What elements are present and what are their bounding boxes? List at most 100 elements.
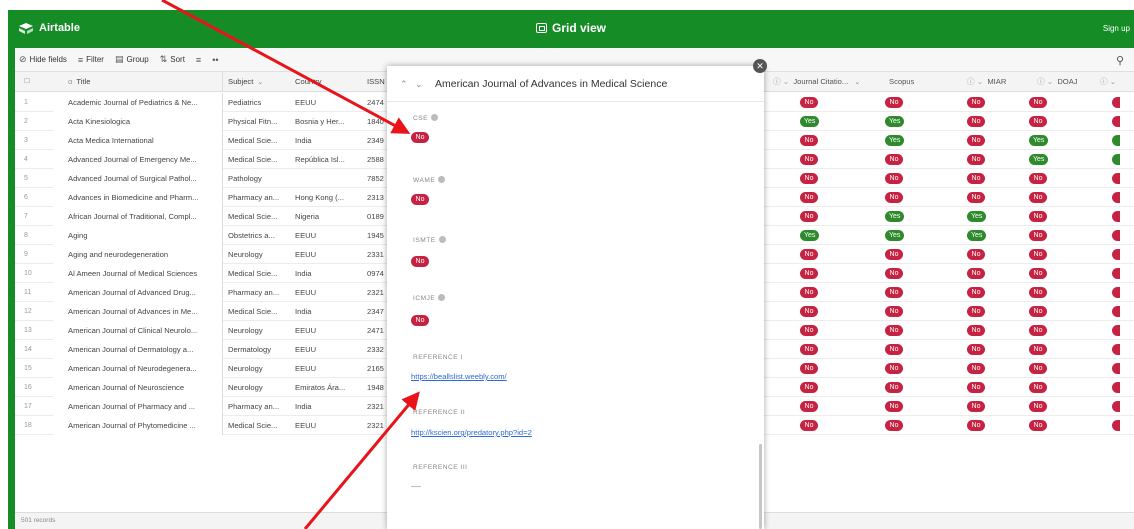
cell-title[interactable]: Academic Journal of Pediatrics & Ne... xyxy=(53,93,223,112)
row-number[interactable]: 6 xyxy=(15,188,53,207)
cell-subject[interactable]: Pathology xyxy=(223,169,289,188)
cell-doaj[interactable]: No xyxy=(1029,169,1047,188)
cell-country[interactable]: Bosnia y Her... xyxy=(289,112,363,131)
cell-miar[interactable]: No xyxy=(967,321,985,340)
filter-button[interactable]: ≡ Filter xyxy=(78,55,104,65)
cell-title[interactable]: Al Ameen Journal of Medical Sciences xyxy=(53,264,223,283)
cell-title[interactable]: Advanced Journal of Surgical Pathol... xyxy=(53,169,223,188)
cell-doaj[interactable]: No xyxy=(1029,378,1047,397)
cell-next[interactable] xyxy=(1112,416,1120,435)
cell-scopus[interactable]: No xyxy=(885,150,903,169)
field-value-ismte[interactable]: No xyxy=(411,256,429,267)
row-number[interactable]: 3 xyxy=(15,131,53,150)
cell-scopus[interactable]: Yes xyxy=(885,207,905,226)
cell-scopus[interactable]: No xyxy=(885,302,903,321)
cell-subject[interactable]: Obstetrics a... xyxy=(223,226,289,245)
cell-scopus[interactable]: No xyxy=(885,397,903,416)
cell-miar[interactable]: No xyxy=(967,131,985,150)
cell-title[interactable]: Acta Medica International xyxy=(53,131,223,150)
cell-title[interactable]: Acta Kinesiologica xyxy=(53,112,223,131)
cell-doaj[interactable]: No xyxy=(1029,188,1047,207)
cell-scopus[interactable]: No xyxy=(885,378,903,397)
row-number[interactable]: 18 xyxy=(15,416,53,435)
column-header-country[interactable]: Country xyxy=(289,72,363,91)
row-number[interactable]: 15 xyxy=(15,359,53,378)
cell-country[interactable]: EEUU xyxy=(289,93,363,112)
cell-subject[interactable]: Neurology xyxy=(223,359,289,378)
row-number[interactable]: 14 xyxy=(15,340,53,359)
cell-title[interactable]: Advanced Journal of Emergency Me... xyxy=(53,150,223,169)
cell-subject[interactable]: Neurology xyxy=(223,378,289,397)
cell-title[interactable]: American Journal of Advances in Me... xyxy=(53,302,223,321)
cell-scopus[interactable]: No xyxy=(885,340,903,359)
field-value-cse[interactable]: No xyxy=(411,132,429,143)
hide-fields-button[interactable]: ⊘ Hide fields xyxy=(19,54,67,65)
cell-journal-citation[interactable]: No xyxy=(800,283,818,302)
cell-country[interactable]: República Isl... xyxy=(289,150,363,169)
cell-doaj[interactable]: No xyxy=(1029,112,1047,131)
cell-next[interactable] xyxy=(1112,188,1120,207)
cell-next[interactable] xyxy=(1112,397,1120,416)
cell-journal-citation[interactable]: No xyxy=(800,397,818,416)
chevron-down-icon[interactable]: ⌄ xyxy=(415,79,423,90)
cell-journal-citation[interactable]: No xyxy=(800,93,818,112)
cell-doaj[interactable]: No xyxy=(1029,302,1047,321)
cell-doaj[interactable]: No xyxy=(1029,264,1047,283)
row-number[interactable]: 2 xyxy=(15,112,53,131)
cell-title[interactable]: Aging and neurodegeneration xyxy=(53,245,223,264)
field-value-icmje[interactable]: No xyxy=(411,315,429,326)
cell-country[interactable]: India xyxy=(289,302,363,321)
cell-country[interactable]: India xyxy=(289,397,363,416)
cell-miar[interactable]: No xyxy=(967,245,985,264)
cell-country[interactable]: Nigeria xyxy=(289,207,363,226)
cell-title[interactable]: American Journal of Neuroscience xyxy=(53,378,223,397)
cell-next[interactable] xyxy=(1112,340,1120,359)
cell-doaj[interactable]: Yes xyxy=(1029,131,1049,150)
cell-journal-citation[interactable]: No xyxy=(800,321,818,340)
cell-journal-citation[interactable]: No xyxy=(800,169,818,188)
cell-subject[interactable]: Medical Scie... xyxy=(223,302,289,321)
cell-next[interactable] xyxy=(1112,93,1120,112)
reference-2-link[interactable]: http://kscien.org/predatory.php?id=2 xyxy=(411,428,532,437)
cell-miar[interactable]: No xyxy=(967,397,985,416)
cell-miar[interactable]: No xyxy=(967,188,985,207)
column-header-next[interactable]: ⓘ ⌄ xyxy=(1100,72,1116,92)
cell-title[interactable]: American Journal of Phytomedicine ... xyxy=(53,416,223,435)
cell-country[interactable]: India xyxy=(289,131,363,150)
cell-title[interactable]: African Journal of Traditional, Compl... xyxy=(53,207,223,226)
cell-scopus[interactable]: No xyxy=(885,169,903,188)
cell-miar[interactable]: No xyxy=(967,359,985,378)
cell-scopus[interactable]: No xyxy=(885,359,903,378)
modal-scrollbar[interactable] xyxy=(759,444,762,529)
cell-doaj[interactable]: No xyxy=(1029,207,1047,226)
cell-scopus[interactable]: No xyxy=(885,245,903,264)
cell-title[interactable]: Advances in Biomedicine and Pharm... xyxy=(53,188,223,207)
cell-country[interactable]: EEUU xyxy=(289,283,363,302)
cell-country[interactable]: EEUU xyxy=(289,245,363,264)
row-number[interactable]: 7 xyxy=(15,207,53,226)
cell-subject[interactable]: Medical Scie... xyxy=(223,150,289,169)
cell-miar[interactable]: No xyxy=(967,169,985,188)
column-header-doaj[interactable]: ⓘ ⌄ DOAJ xyxy=(1037,72,1078,92)
cell-country[interactable]: EEUU xyxy=(289,359,363,378)
row-number[interactable]: 13 xyxy=(15,321,53,340)
cell-title[interactable]: American Journal of Advanced Drug... xyxy=(53,283,223,302)
cell-journal-citation[interactable]: Yes xyxy=(800,226,820,245)
cell-doaj[interactable]: No xyxy=(1029,416,1047,435)
cell-next[interactable] xyxy=(1112,245,1120,264)
cell-next[interactable] xyxy=(1112,169,1120,188)
row-number[interactable]: 12 xyxy=(15,302,53,321)
cell-miar[interactable]: No xyxy=(967,340,985,359)
cell-next[interactable] xyxy=(1112,359,1120,378)
cell-miar[interactable]: No xyxy=(967,264,985,283)
cell-subject[interactable]: Medical Scie... xyxy=(223,131,289,150)
select-all-checkbox[interactable]: ☐ xyxy=(15,72,53,91)
more-options-button[interactable]: •• xyxy=(212,55,218,65)
field-value-wame[interactable]: No xyxy=(411,194,429,205)
cell-miar[interactable]: No xyxy=(967,150,985,169)
row-number[interactable]: 1 xyxy=(15,93,53,112)
cell-title[interactable]: American Journal of Clinical Neurolo... xyxy=(53,321,223,340)
cell-subject[interactable]: Pharmacy an... xyxy=(223,188,289,207)
cell-next[interactable] xyxy=(1112,112,1120,131)
cell-scopus[interactable]: No xyxy=(885,416,903,435)
